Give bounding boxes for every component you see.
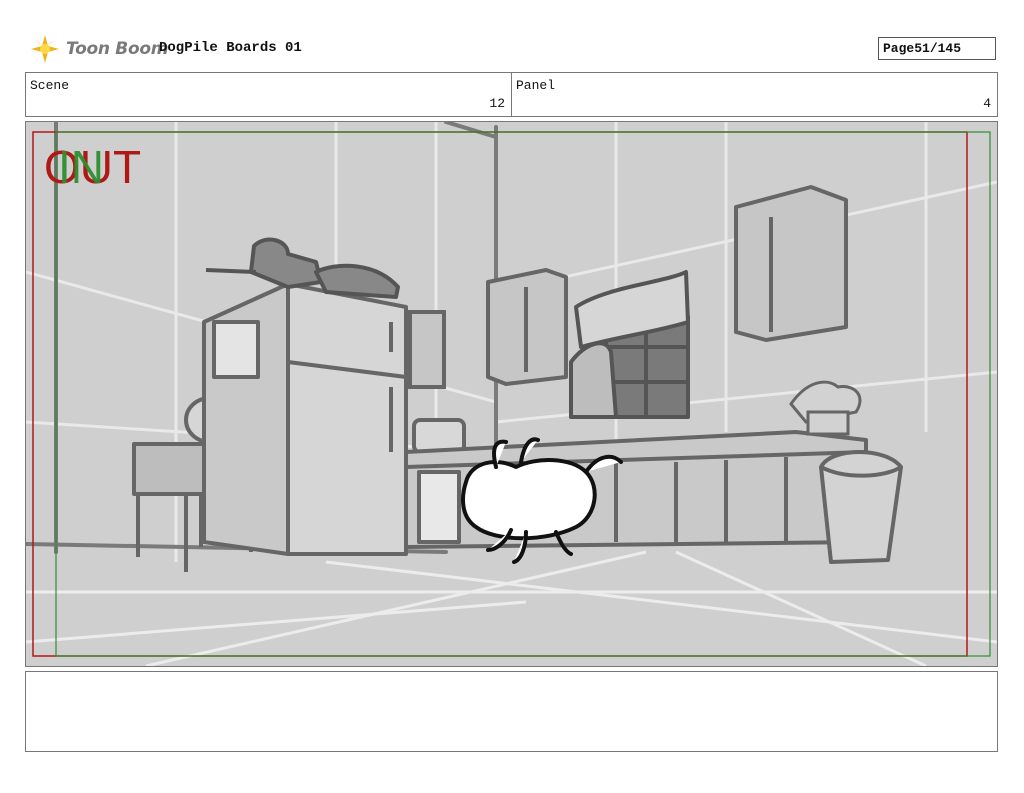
page-indicator: Page 51/145: [878, 37, 996, 60]
scene-number: 12: [489, 96, 505, 111]
document-title: DogPile Boards 01: [159, 40, 302, 56]
storyboard-panel: OUT IN: [25, 121, 998, 667]
panel-label: Panel: [516, 78, 556, 93]
logo-text: Toon Boom: [66, 39, 169, 59]
kitchen-sketch: [26, 122, 997, 666]
scene-label: Scene: [30, 78, 70, 93]
toon-boom-logo: Toon Boom: [28, 32, 168, 66]
starburst-icon: [31, 35, 59, 63]
scene-panel-info: Scene 12 Panel 4: [25, 72, 998, 117]
panel-notes: [25, 671, 998, 752]
panel-number: 4: [983, 96, 991, 111]
in-label: IN: [58, 141, 104, 193]
page-label: Page: [883, 41, 915, 56]
page-number: 51/145: [914, 41, 962, 56]
panel-cell: Panel 4: [511, 73, 997, 116]
scene-cell: Scene 12: [26, 73, 511, 116]
in-out-indicator: OUT IN: [44, 144, 141, 190]
